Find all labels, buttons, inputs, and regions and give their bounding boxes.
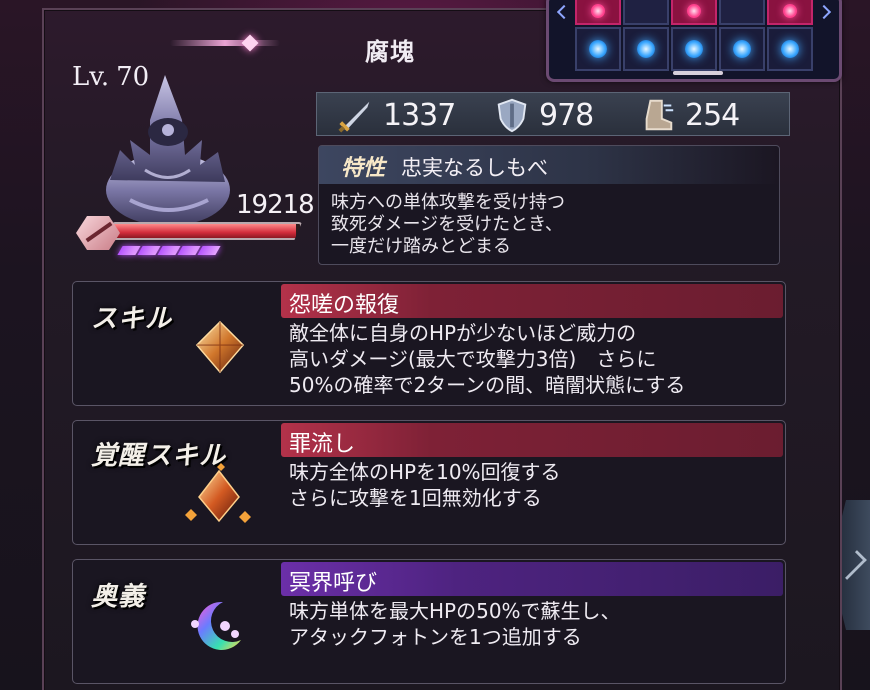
sword-icon — [338, 101, 370, 133]
photon-row-top — [575, 0, 813, 25]
photon-orb-pink-icon — [687, 4, 701, 18]
photon-panel[interactable] — [546, 0, 842, 82]
photon-orb-icon — [589, 40, 607, 58]
crystal-icon — [195, 320, 245, 374]
awaken-skill-header — [281, 423, 783, 457]
crescent-moon-icon — [191, 601, 241, 650]
awaken-skill-box[interactable]: 覚醒スキル 罪流し 味方全体のHPを10%回復する さらに攻撃を1回無効化する — [72, 420, 786, 545]
photon-slot[interactable] — [623, 27, 669, 71]
title-ornament — [170, 40, 280, 46]
photon-indicator — [673, 71, 723, 75]
photon-slot[interactable] — [671, 0, 717, 25]
stat-speed: 254 — [639, 95, 740, 135]
stats-bar: 1337 978 254 — [316, 92, 790, 136]
skill-box[interactable]: スキル 怨嗟の報復 敵全体に自身のHPが少ないほど威力の 高いダメージ(最大で攻… — [72, 281, 786, 406]
trait-header — [319, 146, 779, 184]
boot-icon — [645, 99, 674, 131]
chevron-left-icon — [556, 4, 572, 20]
awaken-pip — [197, 246, 221, 255]
chevron-right-icon — [816, 4, 832, 20]
hp-bar-fill — [114, 224, 297, 238]
photon-slot[interactable] — [623, 0, 669, 25]
attack-value: 1337 — [383, 97, 456, 133]
awaken-skill-description: 味方全体のHPを10%回復する さらに攻撃を1回無効化する — [289, 460, 561, 510]
photon-slot[interactable] — [767, 27, 813, 71]
hp-value: 19218 — [236, 190, 315, 220]
ultimate-box[interactable]: 奥義 冥界呼び 味方単体を最大HPの50%で蘇生し、 アタックフォトンを1つ追加… — [72, 559, 786, 684]
speed-value: 254 — [685, 97, 740, 133]
trait-description: 味方への単体攻撃を受け持つ 致死ダメージを受けたとき、 一度だけ踏みとどまる — [331, 192, 565, 257]
photon-slot[interactable] — [719, 27, 765, 71]
hp-bar — [112, 222, 302, 240]
ultimate-name: 冥界呼び — [289, 571, 378, 596]
skill-label: スキル — [91, 304, 173, 334]
photon-orb-pink-icon — [783, 4, 797, 18]
photon-orb-icon — [781, 40, 799, 58]
crystal-cluster-icon — [185, 463, 251, 523]
stat-defense: 978 — [493, 95, 594, 135]
unit-portrait[interactable] — [90, 70, 240, 230]
photon-slot[interactable] — [575, 0, 621, 25]
photon-orb-icon — [685, 40, 703, 58]
photon-slot[interactable] — [719, 0, 765, 25]
trait-tag: 特性 — [341, 156, 386, 181]
trait-name: 忠実なるしもべ — [401, 156, 548, 180]
trait-box: 特性 忠実なるしもべ 味方への単体攻撃を受け持つ 致死ダメージを受けたとき、 一… — [318, 145, 780, 265]
photon-orb-icon — [733, 40, 751, 58]
shield-icon — [497, 98, 527, 133]
awaken-skill-name: 罪流し — [289, 432, 356, 457]
photon-slot[interactable] — [575, 27, 621, 71]
awaken-pips — [117, 246, 221, 255]
photon-orb-pink-icon — [591, 4, 605, 18]
defense-value: 978 — [539, 97, 594, 133]
ultimate-description: 味方単体を最大HPの50%で蘇生し、 アタックフォトンを1つ追加する — [289, 599, 621, 649]
skill-name: 怨嗟の報復 — [289, 293, 400, 318]
photon-row-bottom — [575, 27, 813, 71]
ultimate-label: 奥義 — [91, 582, 146, 612]
stat-attack: 1337 — [337, 95, 456, 135]
skill-description: 敵全体に自身のHPが少ないほど威力の 高いダメージ(最大で攻撃力3倍) さらに … — [289, 321, 686, 397]
photon-slot[interactable] — [767, 0, 813, 25]
photon-slot[interactable] — [671, 27, 717, 71]
unit-name: 腐塊 — [365, 38, 415, 66]
photon-orb-icon — [637, 40, 655, 58]
